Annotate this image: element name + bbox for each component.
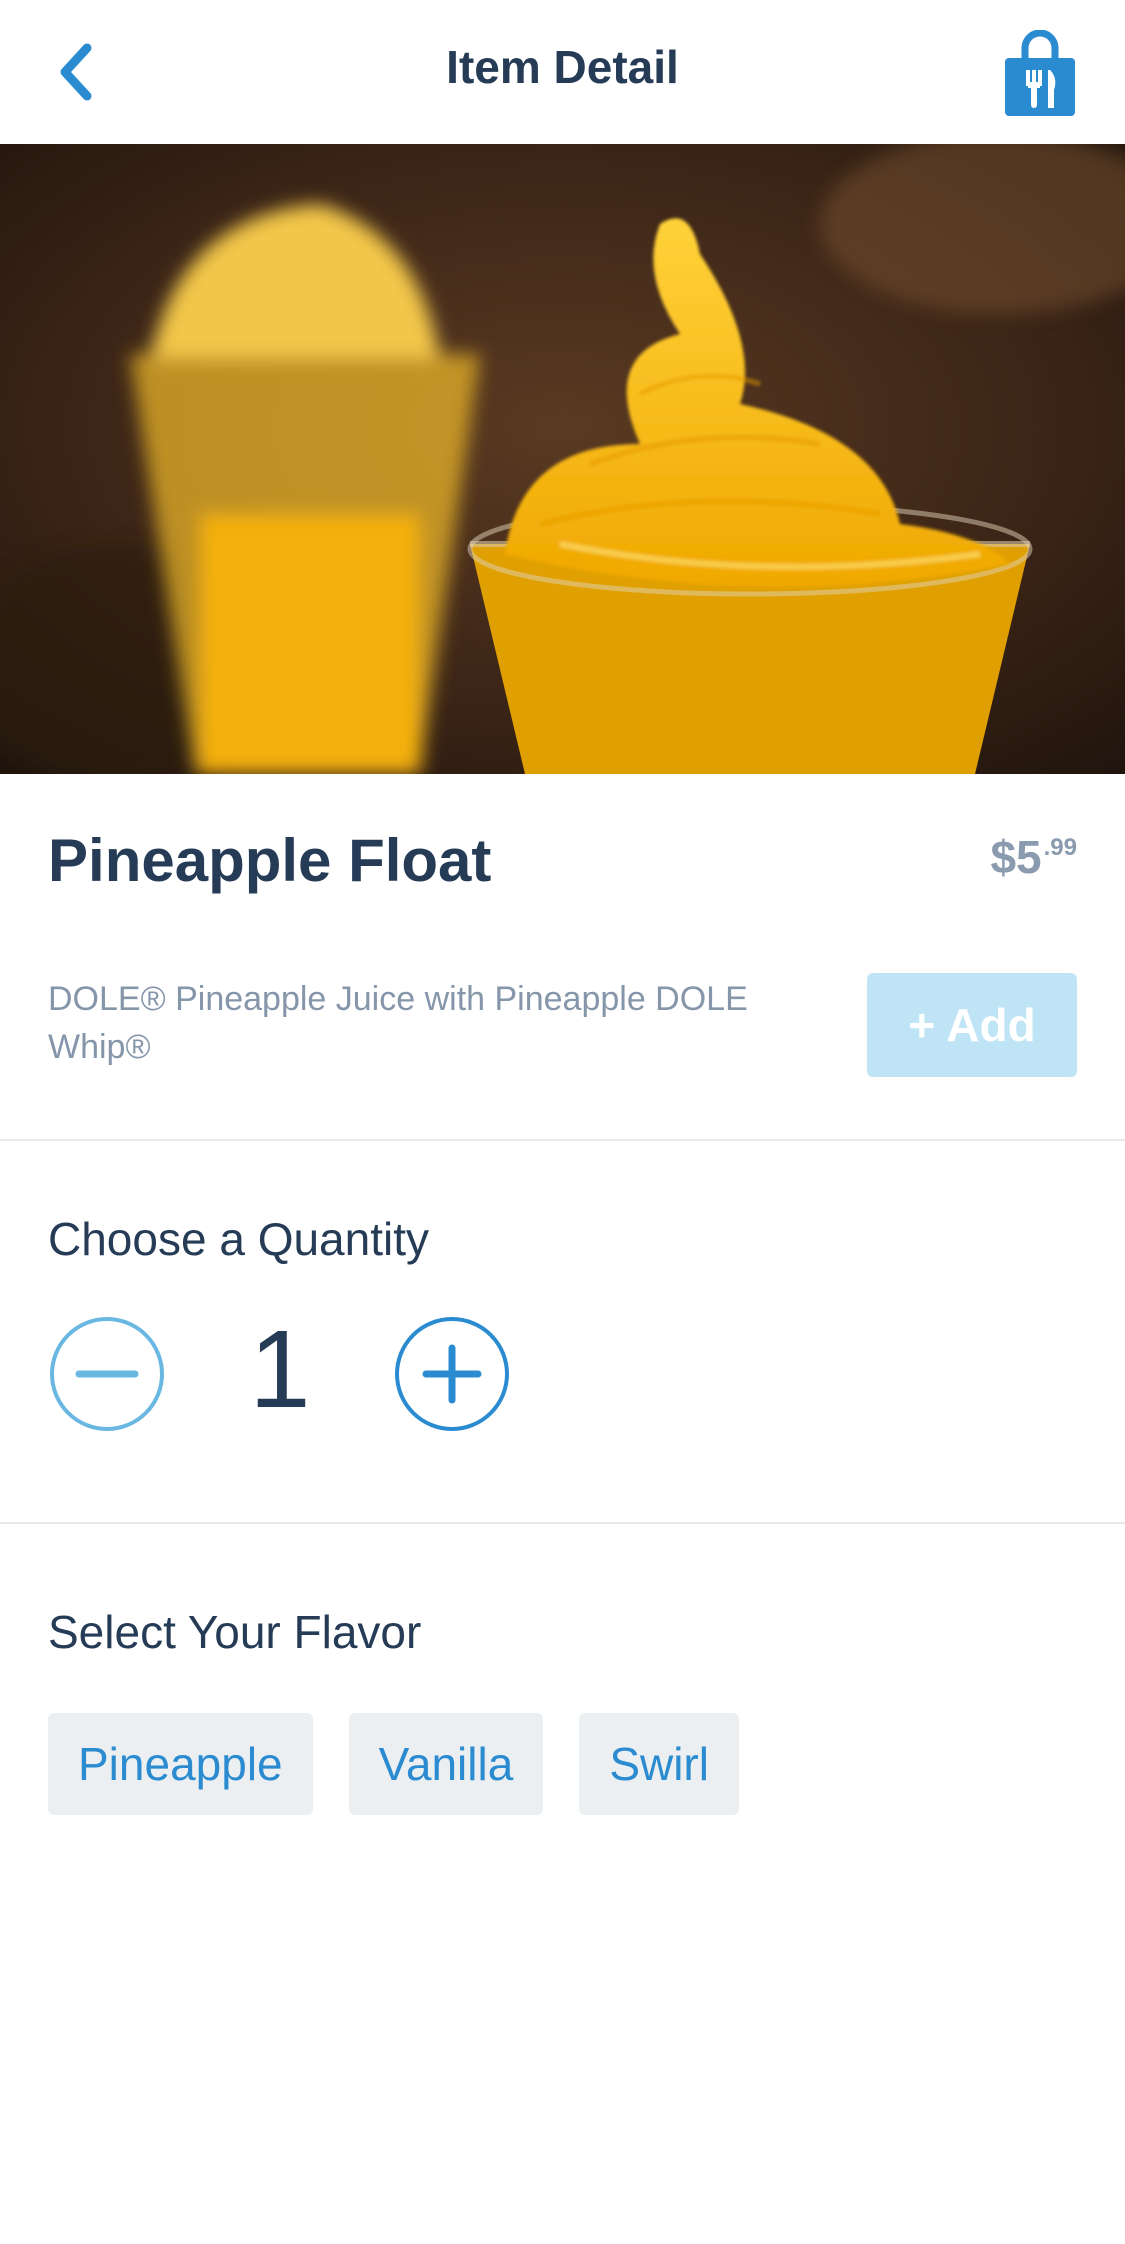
minus-circle-icon	[50, 1317, 164, 1431]
plus-circle-icon	[395, 1317, 509, 1431]
price-cents: .99	[1043, 834, 1077, 861]
item-price: $5.99	[990, 830, 1077, 884]
page-title: Item Detail	[446, 41, 679, 93]
add-to-order-button[interactable]: + Add	[867, 973, 1077, 1077]
decrement-quantity-button[interactable]	[49, 1316, 165, 1432]
top-nav-bar: Item Detail	[0, 0, 1125, 144]
increment-quantity-button[interactable]	[394, 1316, 510, 1432]
flavor-options: Pineapple Vanilla Swirl	[48, 1713, 739, 1815]
section-divider	[0, 1522, 1125, 1524]
item-photo	[0, 144, 1125, 774]
quantity-value: 1	[249, 1308, 311, 1431]
quantity-section-title: Choose a Quantity	[48, 1213, 430, 1265]
flavor-section-title: Select Your Flavor	[48, 1606, 422, 1658]
flavor-option-swirl[interactable]: Swirl	[579, 1713, 739, 1815]
price-dollars: $5	[990, 831, 1042, 883]
cart-button[interactable]	[1000, 29, 1080, 120]
section-divider	[0, 1139, 1125, 1141]
item-description: DOLE® Pineapple Juice with Pineapple DOL…	[48, 980, 748, 1066]
flavor-option-pineapple[interactable]: Pineapple	[48, 1713, 313, 1815]
item-name: Pineapple Float	[48, 827, 492, 894]
shopping-bag-utensils-icon	[1005, 29, 1075, 116]
flavor-option-vanilla[interactable]: Vanilla	[348, 1713, 544, 1815]
